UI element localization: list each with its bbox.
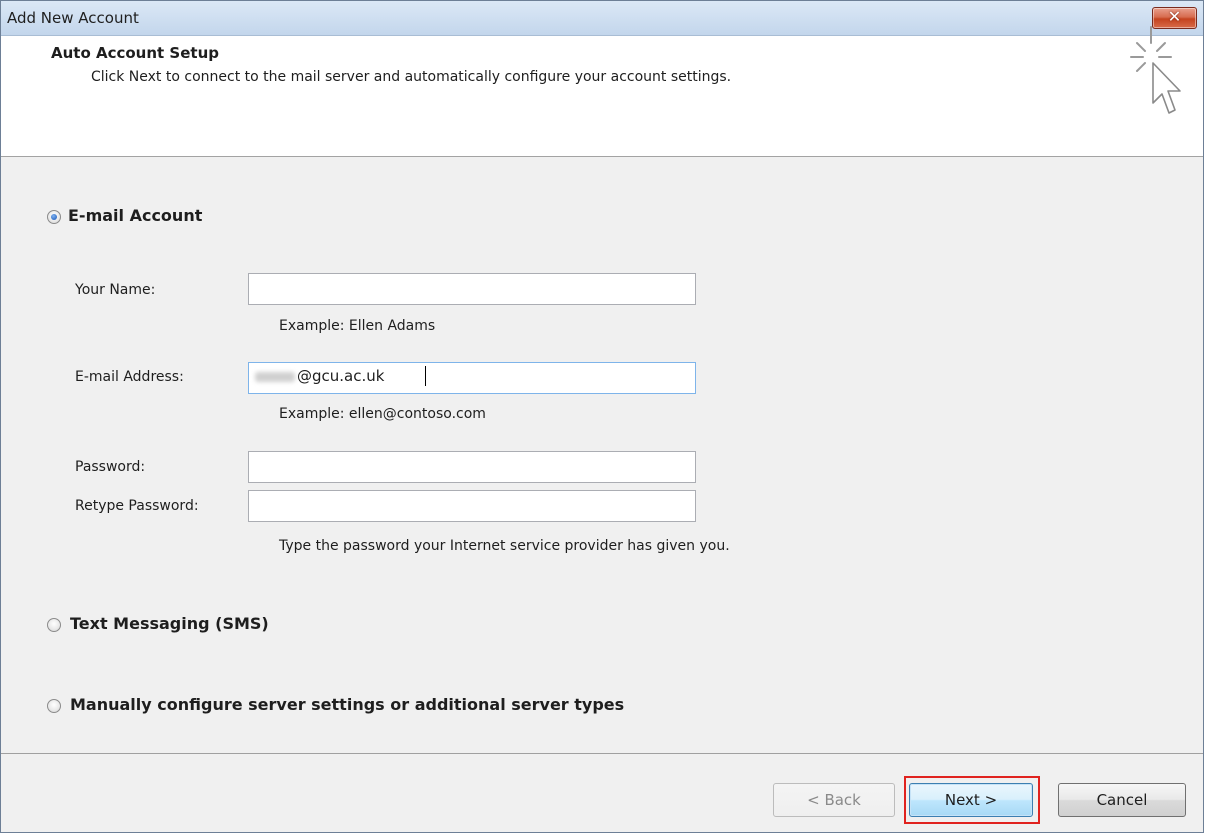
wizard-cursor-icon <box>1130 26 1181 114</box>
your-name-example: Example: Ellen Adams <box>279 318 436 334</box>
page-title: Auto Account Setup <box>51 44 219 62</box>
title-bar: Add New Account ✕ <box>1 1 1203 36</box>
your-name-input[interactable] <box>248 273 696 305</box>
email-account-label[interactable]: E-mail Account <box>68 206 202 225</box>
add-new-account-dialog: Add New Account ✕ Auto Account Setup Cli… <box>0 0 1204 833</box>
email-account-radio[interactable] <box>47 210 61 224</box>
password-hint: Type the password your Internet service … <box>279 538 730 554</box>
window-title: Add New Account <box>7 9 139 27</box>
password-input[interactable] <box>248 451 696 483</box>
sms-label[interactable]: Text Messaging (SMS) <box>70 614 269 633</box>
manual-config-label[interactable]: Manually configure server settings or ad… <box>70 695 624 714</box>
email-address-example: Example: ellen@contoso.com <box>279 406 486 422</box>
email-address-value: @gcu.ac.uk <box>297 367 385 385</box>
next-button-highlight <box>904 776 1040 824</box>
sms-radio[interactable] <box>47 618 61 632</box>
text-caret <box>425 366 426 386</box>
retype-password-input[interactable] <box>248 490 696 522</box>
email-address-label: E-mail Address: <box>75 369 184 385</box>
back-button[interactable]: < Back <box>773 783 895 817</box>
your-name-label: Your Name: <box>75 282 156 298</box>
manual-config-radio[interactable] <box>47 699 61 713</box>
retype-password-label: Retype Password: <box>75 498 199 514</box>
cancel-button[interactable]: Cancel <box>1058 783 1186 817</box>
redacted-username <box>255 372 295 382</box>
password-label: Password: <box>75 459 146 475</box>
page-description: Click Next to connect to the mail server… <box>91 69 732 85</box>
